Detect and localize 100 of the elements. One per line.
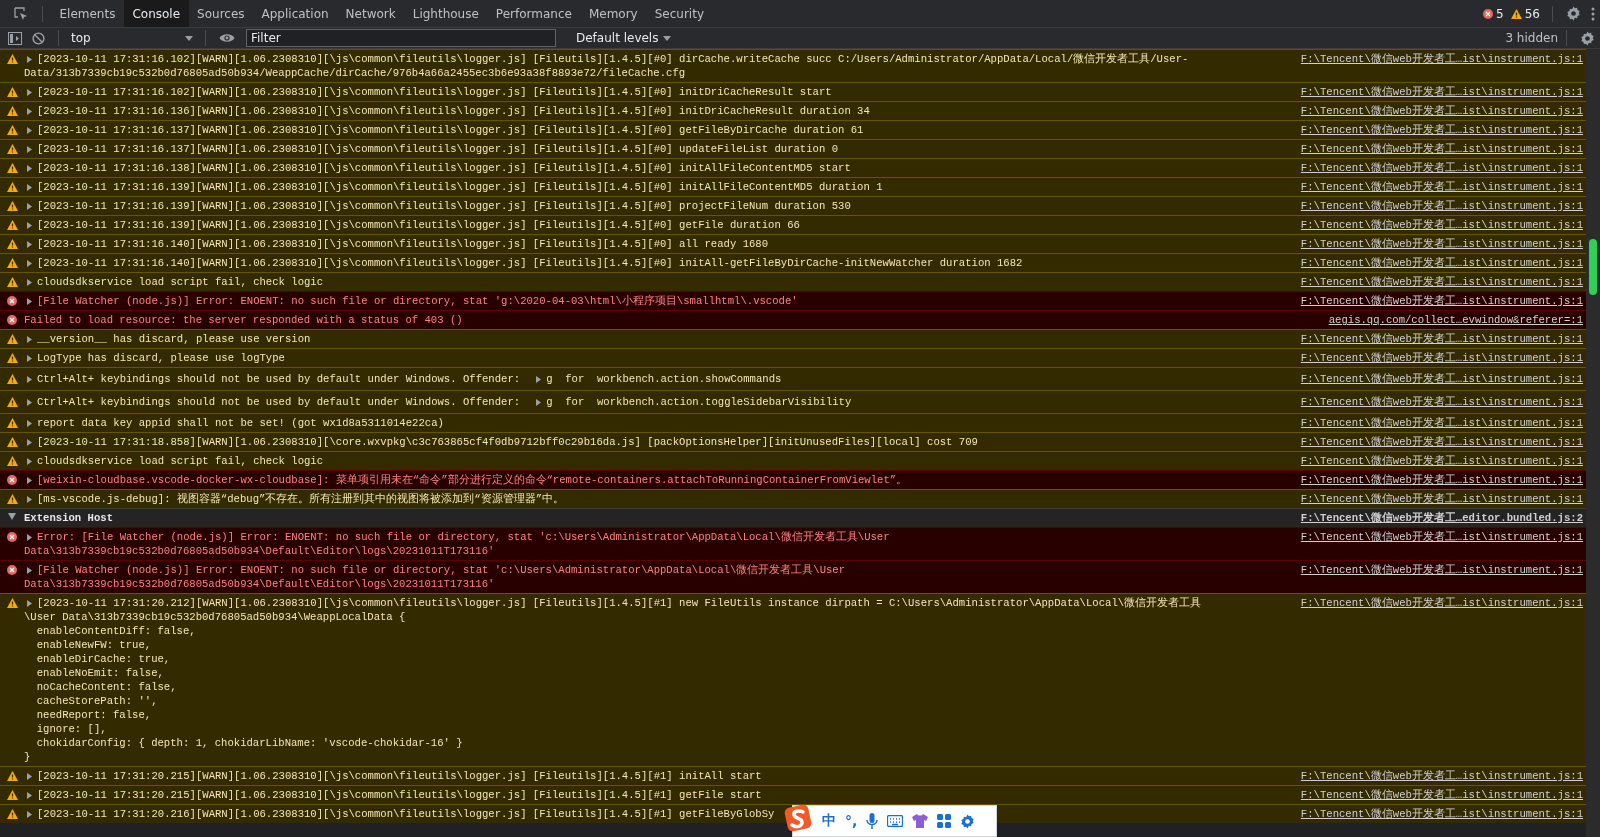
scrollbar-thumb[interactable] <box>1589 239 1597 295</box>
punctuation-toggle[interactable]: °, <box>845 813 858 829</box>
expand-arrow-icon[interactable] <box>27 599 32 607</box>
source-link[interactable]: F:\Tencent\微信web开发者工…ist\instrument.js:1 <box>1286 199 1586 213</box>
expanded-arrow-icon[interactable] <box>8 513 16 520</box>
source-link[interactable]: F:\Tencent\微信web开发者工…ist\instrument.js:1 <box>1286 596 1586 610</box>
expand-arrow-icon[interactable] <box>27 164 32 172</box>
source-link[interactable]: F:\Tencent\微信web开发者工…ist\instrument.js:1 <box>1286 788 1586 802</box>
context-select[interactable]: top <box>67 31 197 45</box>
expand-arrow-icon[interactable] <box>27 354 32 362</box>
expand-arrow-icon[interactable] <box>27 476 32 484</box>
source-link[interactable]: F:\Tencent\微信web开发者工…ist\instrument.js:1 <box>1286 454 1586 468</box>
source-link[interactable]: F:\Tencent\微信web开发者工…ist\instrument.js:1 <box>1286 395 1586 409</box>
expand-arrow-icon[interactable] <box>27 88 32 96</box>
warning-count[interactable]: 56 <box>1524 6 1540 21</box>
grid-icon[interactable] <box>937 814 952 828</box>
panel-tab[interactable]: Sources <box>188 0 254 27</box>
inspect-icon[interactable] <box>13 5 29 22</box>
source-link[interactable]: F:\Tencent\微信web开发者工…ist\instrument.js:1 <box>1286 351 1586 365</box>
clear-icon[interactable] <box>32 31 45 45</box>
expand-arrow-icon[interactable] <box>27 202 32 210</box>
expand-arrow-icon[interactable] <box>27 398 32 406</box>
source-link[interactable]: F:\Tencent\微信web开发者工…ist\instrument.js:1 <box>1286 372 1586 386</box>
message-text: LogType has discard, please use logType <box>37 351 285 365</box>
message-text: [2023-10-11 17:31:16.137][WARN][1.06.2308310][\js\common\fileutils\logger.js] [Fileutils][1.4.5][#0] updateFileList duration 0 <box>37 142 839 156</box>
panel-tab[interactable]: Lighthouse <box>404 0 488 27</box>
expand-arrow-icon[interactable] <box>27 375 32 383</box>
expand-arrow-icon[interactable] <box>27 183 32 191</box>
source-link[interactable]: F:\Tencent\微信web开发者工…ist\instrument.js:1 <box>1286 104 1586 118</box>
expand-arrow-icon[interactable] <box>27 221 32 229</box>
expand-arrow-icon[interactable] <box>27 240 32 248</box>
panel-tab[interactable]: Console <box>123 0 189 27</box>
levels-dropdown[interactable]: Default levels <box>570 30 678 46</box>
eye-icon[interactable] <box>219 33 235 43</box>
expand-arrow-icon[interactable] <box>27 533 32 541</box>
source-link[interactable]: F:\Tencent\微信web开发者工…ist\instrument.js:1 <box>1286 492 1586 506</box>
expand-arrow-icon[interactable] <box>27 419 32 427</box>
expand-arrow-icon[interactable] <box>27 791 32 799</box>
message-text: [2023-10-11 17:31:16.136][WARN][1.06.2308310][\js\common\fileutils\logger.js] [Fileutils][1.4.5][#0] initDriCacheResult duration 34 <box>37 104 870 118</box>
expand-arrow-icon[interactable] <box>536 398 542 406</box>
settings-icon[interactable] <box>1580 30 1595 46</box>
panel-tab[interactable]: Application <box>253 0 338 27</box>
expand-arrow-icon[interactable] <box>27 438 32 446</box>
source-link[interactable]: F:\Tencent\微信web开发者工…ist\instrument.js:1 <box>1286 123 1586 137</box>
input-mode-toggle[interactable]: 中 <box>822 812 836 830</box>
gear-icon[interactable] <box>960 813 976 829</box>
expand-arrow-icon[interactable] <box>27 810 32 818</box>
expand-arrow-icon[interactable] <box>27 457 32 465</box>
panel-tab[interactable]: Elements <box>51 0 124 27</box>
source-link[interactable]: F:\Tencent\微信web开发者工…ist\instrument.js:1 <box>1286 473 1586 487</box>
source-link[interactable]: F:\Tencent\微信web开发者工…ist\instrument.js:1 <box>1286 530 1586 544</box>
error-count[interactable]: 5 <box>1496 6 1504 21</box>
message-text: [2023-10-11 17:31:16.102][WARN][1.06.2308310][\js\common\fileutils\logger.js] [Fileutils][1.4.5][#0] initDriCacheResult start <box>37 85 832 99</box>
message-text: Data\313b7339cb19c532b0d76805ad50b934\Default\Editor\logs\20231011T173116' <box>24 544 496 558</box>
source-link[interactable]: F:\Tencent\微信web开发者工…ist\instrument.js:1 <box>1286 180 1586 194</box>
panel-tab[interactable]: Memory <box>580 0 647 27</box>
panel-tab[interactable]: Network <box>337 0 405 27</box>
expand-arrow-icon[interactable] <box>27 55 32 63</box>
warning-icon <box>6 437 18 447</box>
expand-arrow-icon[interactable] <box>27 107 32 115</box>
source-link[interactable]: F:\Tencent\微信web开发者工…ist\instrument.js:1 <box>1286 332 1586 346</box>
source-link[interactable]: F:\Tencent\微信web开发者工…ist\instrument.js:1 <box>1286 807 1586 821</box>
shirt-icon[interactable] <box>912 814 929 828</box>
expand-arrow-icon[interactable] <box>27 126 32 134</box>
expand-arrow-icon[interactable] <box>27 772 32 780</box>
source-link[interactable]: F:\Tencent\微信web开发者工…ist\instrument.js:1 <box>1286 85 1586 99</box>
expand-arrow-icon[interactable] <box>536 375 542 383</box>
source-link[interactable]: F:\Tencent\微信web开发者工…ist\instrument.js:1 <box>1286 142 1586 156</box>
source-link[interactable]: F:\Tencent\微信web开发者工…ist\instrument.js:1 <box>1286 416 1586 430</box>
source-link[interactable]: F:\Tencent\微信web开发者工…ist\instrument.js:1 <box>1286 769 1586 783</box>
microphone-icon[interactable] <box>866 813 879 829</box>
panel-tab[interactable]: Performance <box>487 0 581 27</box>
panel-tab[interactable]: Security <box>646 0 713 27</box>
expand-arrow-icon[interactable] <box>27 335 32 343</box>
more-icon[interactable] <box>1591 6 1595 21</box>
source-link[interactable]: F:\Tencent\微信web开发者工…ist\instrument.js:1 <box>1286 563 1586 577</box>
source-link[interactable]: F:\Tencent\微信web开发者工…ist\instrument.js:1 <box>1286 294 1586 308</box>
source-link[interactable]: F:\Tencent\微信web开发者工…editor.bundled.js:2 <box>1286 511 1586 525</box>
source-link[interactable]: aegis.qq.com/collect…evwindow&referer=:1 <box>1314 313 1586 327</box>
message-text: [2023-10-11 17:31:16.139][WARN][1.06.2308310][\js\common\fileutils\logger.js] [Fileutils][1.4.5][#0] getFile duration 66 <box>37 218 800 232</box>
filter-field[interactable]: Filter <box>246 29 556 47</box>
warning-icon <box>6 334 18 344</box>
source-link[interactable]: F:\Tencent\微信web开发者工…ist\instrument.js:1 <box>1286 237 1586 251</box>
keyboard-icon[interactable] <box>887 815 904 827</box>
source-link[interactable]: F:\Tencent\微信web开发者工…ist\instrument.js:1 <box>1286 52 1586 66</box>
expand-arrow-icon[interactable] <box>27 566 32 574</box>
source-link[interactable]: F:\Tencent\微信web开发者工…ist\instrument.js:1 <box>1286 275 1586 289</box>
expand-arrow-icon[interactable] <box>27 145 32 153</box>
source-link[interactable]: F:\Tencent\微信web开发者工…ist\instrument.js:1 <box>1286 435 1586 449</box>
sidebar-icon[interactable] <box>8 31 22 45</box>
source-link[interactable]: F:\Tencent\微信web开发者工…ist\instrument.js:1 <box>1286 218 1586 232</box>
source-link[interactable]: F:\Tencent\微信web开发者工…ist\instrument.js:1 <box>1286 161 1586 175</box>
error-icon <box>7 532 17 542</box>
expand-arrow-icon[interactable] <box>27 297 32 305</box>
expand-arrow-icon[interactable] <box>27 259 32 267</box>
expand-arrow-icon[interactable] <box>27 495 32 503</box>
settings-icon[interactable] <box>1566 6 1581 21</box>
expand-arrow-icon[interactable] <box>27 278 32 286</box>
source-link[interactable]: F:\Tencent\微信web开发者工…ist\instrument.js:1 <box>1286 256 1586 270</box>
message-text: [2023-10-11 17:31:18.858][WARN][1.06.2308310][\core.wxvpkg\c3c763865cf4f0db9712bff0c29b16da.js] [packOptionsHelper][initUnusedFiles][local] cost 709 <box>37 435 978 449</box>
